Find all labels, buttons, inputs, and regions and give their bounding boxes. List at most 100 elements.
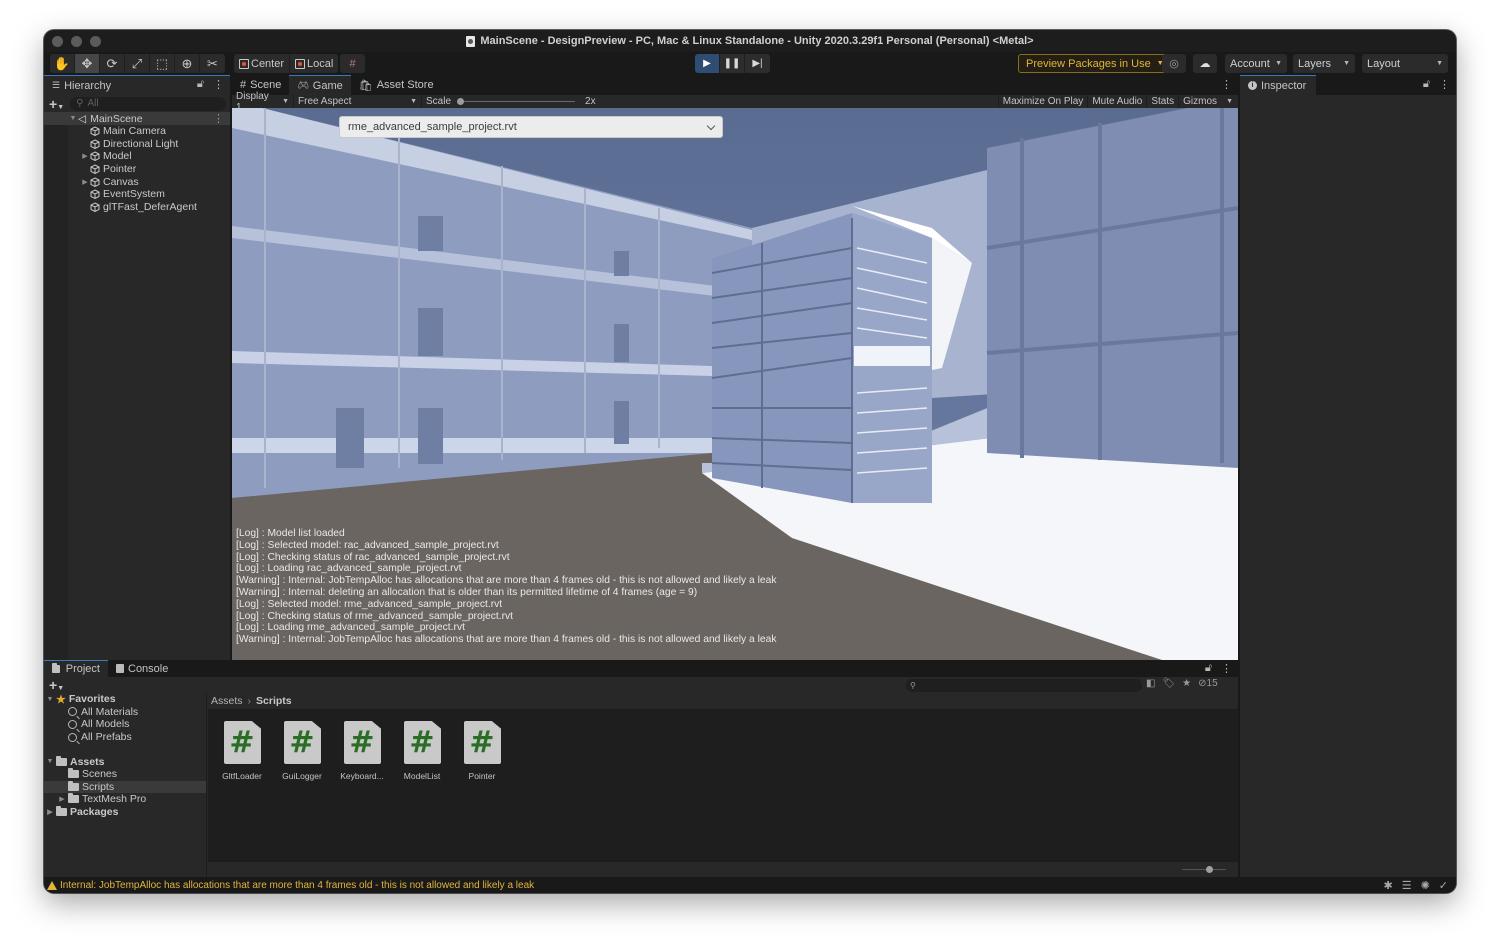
game-viewport[interactable]: rme_advanced_sample_project.rvt [Log] : … [232,108,1238,660]
folder-icon [56,806,67,817]
hand-tool-button[interactable]: ✋ [50,54,75,73]
rotate-tool-button[interactable]: ⟳ [100,54,125,73]
scale-slider-handle[interactable] [457,98,465,105]
maximize-on-play-toggle[interactable]: Maximize On Play [997,95,1089,108]
expand-arrow-icon[interactable]: ▶ [80,152,90,160]
transform-tool-button[interactable]: ⊕ [175,54,200,73]
minimize-window-button[interactable] [71,36,82,47]
icon-size-slider[interactable] [1182,866,1226,873]
zoom-window-button[interactable] [90,36,101,47]
tree-packages[interactable]: ▶ Packages [44,806,206,819]
scene-game-tabbar: # Scene 🎮︎ Game 🛍︎ Asset Store ⋮ [232,75,1238,95]
pivot-center-button[interactable]: Center [234,54,291,73]
inspector-tab-label: Inspector [1261,79,1307,92]
expand-arrow-icon[interactable]: ▼ [44,696,56,703]
hierarchy-item[interactable]: EventSystem [44,188,230,201]
tab-inspector[interactable]: i Inspector [1240,75,1316,95]
breadcrumb-scripts[interactable]: Scripts [256,695,292,707]
script-asset[interactable]: # ModelList [402,720,442,781]
layers-dropdown[interactable]: Layers ▼ [1293,54,1355,73]
mute-audio-toggle[interactable]: Mute Audio [1088,95,1148,108]
move-tool-button[interactable]: ✥ [75,54,100,73]
tab-project[interactable]: Project [44,660,108,677]
asset-folder-item[interactable]: Scripts [44,780,206,794]
status-bar[interactable]: Internal: JobTempAlloc has allocations t… [44,877,1456,893]
preview-packages-label: Preview Packages in Use [1026,57,1151,70]
grid-snap-button[interactable]: # [340,54,365,73]
close-window-button[interactable] [52,36,63,47]
play-button[interactable]: ▶ [695,54,720,73]
hierarchy-search-input[interactable]: ⚲ All [70,96,226,111]
gizmos-dropdown[interactable]: ▼ [1221,95,1238,108]
more-options-icon[interactable]: ⋮ [213,78,224,91]
script-asset[interactable]: # Keyboard... [340,720,384,781]
favorite-item[interactable]: All Models [44,718,206,731]
pivot-local-button[interactable]: Local [290,54,338,73]
cloud-button[interactable]: ☁ [1193,54,1217,73]
script-asset[interactable]: # GuiLogger [282,720,322,781]
hierarchy-item[interactable]: ▶ Model [44,150,230,163]
hierarchy-scene-row[interactable]: ▼ ◁ MainScene ⋮ [44,112,230,125]
log-line: [Log] : Loading rme_advanced_sample_proj… [236,622,465,634]
tree-assets[interactable]: ▼ Assets [44,755,206,768]
check-circle-icon[interactable]: ✓ [1439,879,1448,892]
more-options-icon[interactable]: ⋮ [1221,662,1232,675]
hierarchy-item[interactable]: ▶ Canvas [44,175,230,188]
asset-folder-item[interactable]: ▶ TextMesh Pro [44,793,206,806]
scale-tool-button[interactable]: ⤢ [125,54,150,73]
search-by-label-icon[interactable]: 🏷︎ [1162,678,1175,689]
search-by-type-icon[interactable]: ◧ [1146,678,1155,689]
layout-dropdown[interactable]: Layout ▼ [1362,54,1448,73]
expand-arrow-icon[interactable]: ▶ [44,808,56,816]
lock-icon[interactable]: 🔓︎ [1205,662,1212,675]
rect-tool-button[interactable]: ⬚ [150,54,175,73]
hierarchy-item[interactable]: Main Camera [44,125,230,138]
account-dropdown[interactable]: Account ▼ [1225,54,1287,73]
create-button[interactable]: +▼ [49,96,64,112]
expand-arrow-icon[interactable]: ▼ [44,758,56,765]
hierarchy-item[interactable]: Directional Light [44,138,230,151]
breadcrumb-assets[interactable]: Assets [211,695,243,707]
pivot-label: Center [251,57,285,70]
collab-button[interactable]: ◎ [1162,54,1186,73]
hierarchy-item[interactable]: glTFast_DeferAgent [44,201,230,214]
custom-tool-button[interactable]: ✂ [200,54,225,73]
tree-favorites[interactable]: ▼ ★ Favorites [44,693,206,706]
aspect-dropdown[interactable]: Free Aspect ▼ [294,95,422,108]
project-search-input[interactable]: ⚲ [906,679,1142,692]
more-options-icon[interactable]: ⋮ [1439,78,1450,91]
more-options-icon[interactable]: ⋮ [1221,78,1232,91]
cache-server-icon[interactable]: ☰ [1402,879,1412,892]
lock-icon[interactable]: 🔓︎ [1423,78,1430,91]
favorite-item[interactable]: All Prefabs [44,731,206,744]
display-dropdown[interactable]: Display 1 ▼ [232,91,294,113]
hidden-packages-toggle[interactable]: ⊘15 [1198,678,1218,689]
tab-game[interactable]: 🎮︎ Game [289,75,351,95]
log-line: [Log] : Loading rac_advanced_sample_proj… [236,563,462,575]
pause-button[interactable]: ❚❚ [720,54,745,73]
lock-icon[interactable]: 🔓︎ [197,78,204,91]
favorite-item[interactable]: All Materials [44,706,206,719]
auto-generate-lighting-icon[interactable]: ✺ [1421,879,1430,892]
debug-mode-icon[interactable]: ✱ [1383,879,1392,892]
tab-console[interactable]: Console [108,660,177,677]
stats-toggle[interactable]: Stats [1147,95,1180,108]
create-asset-button[interactable]: +▼ [49,677,64,693]
scale-slider[interactable] [457,98,576,105]
favorite-star-icon[interactable]: ★ [1182,678,1191,689]
step-button[interactable]: ▶| [745,54,770,73]
scene-more-icon[interactable]: ⋮ [213,112,224,125]
script-asset[interactable]: # Pointer [462,720,502,781]
model-select-dropdown[interactable]: rme_advanced_sample_project.rvt [339,116,723,138]
expand-arrow-icon[interactable]: ▼ [68,115,78,122]
status-message[interactable]: Internal: JobTempAlloc has allocations t… [60,880,534,891]
preview-packages-button[interactable]: Preview Packages in Use ▼ [1018,54,1172,73]
expand-arrow-icon[interactable]: ▶ [56,795,68,803]
chevron-down-icon: ▼ [1226,98,1233,105]
hierarchy-item[interactable]: Pointer [44,163,230,176]
gizmos-toggle[interactable]: Gizmos [1179,95,1221,108]
asset-folder-item[interactable]: Scenes [44,768,206,781]
script-asset[interactable]: # GltfLoader [222,720,262,781]
expand-arrow-icon[interactable]: ▶ [80,178,90,186]
tab-asset-store[interactable]: 🛍︎ Asset Store [350,75,442,95]
